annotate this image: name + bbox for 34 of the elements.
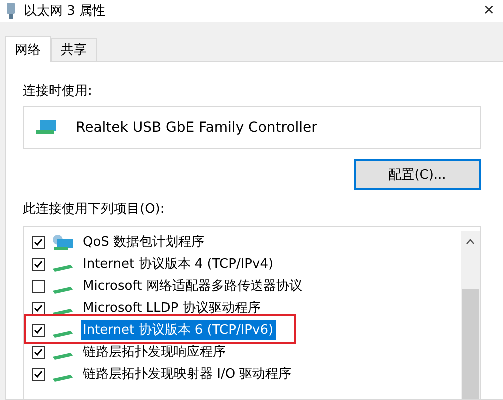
checkbox[interactable] xyxy=(32,280,45,292)
list-item[interactable]: Microsoft 网络适配器多路传送器协议 xyxy=(81,276,304,296)
window-title: 以太网 3 属性 xyxy=(24,3,107,20)
items-label: 此连接使用下列项目(O): xyxy=(23,201,166,218)
checkbox[interactable] xyxy=(32,258,45,270)
list-item[interactable]: QoS 数据包计划程序 xyxy=(81,232,207,252)
adapter-name: Realtek USB GbE Family Controller xyxy=(76,120,318,136)
close-icon[interactable]: ✕ xyxy=(483,3,495,19)
connect-using-label: 连接时使用: xyxy=(23,83,94,100)
protocol-icon xyxy=(53,352,73,360)
checkbox[interactable] xyxy=(32,346,45,358)
protocol-icon xyxy=(53,264,73,272)
configure-button[interactable]: 配置(C)... xyxy=(354,159,481,190)
network-cable-icon xyxy=(6,3,16,19)
protocol-icon xyxy=(53,286,73,294)
scroll-thumb[interactable] xyxy=(462,289,479,399)
checkbox[interactable] xyxy=(32,236,45,248)
list-item[interactable]: Internet 协议版本 6 (TCP/IPv6) xyxy=(81,320,276,340)
list-item[interactable]: 链路层拓扑发现响应程序 xyxy=(81,342,228,362)
network-adapter-icon xyxy=(36,120,58,136)
list-item[interactable]: Internet 协议版本 4 (TCP/IPv4) xyxy=(81,254,276,274)
list-item[interactable]: 链路层拓扑发现映射器 I/O 驱动程序 xyxy=(81,364,294,384)
checkbox[interactable] xyxy=(32,324,45,336)
protocol-icon xyxy=(53,308,73,316)
network-service-icon xyxy=(51,233,75,251)
list-item[interactable]: Microsoft LLDP 协议驱动程序 xyxy=(81,298,263,318)
checkbox[interactable] xyxy=(32,302,45,314)
scroll-up-icon[interactable] xyxy=(466,239,475,245)
checkbox[interactable] xyxy=(32,368,45,380)
protocol-icon xyxy=(53,374,73,382)
tab[interactable]: 网络 xyxy=(5,36,51,62)
tab[interactable]: 共享 xyxy=(51,38,97,61)
protocol-icon xyxy=(53,330,73,338)
scrollbar[interactable] xyxy=(461,231,480,399)
